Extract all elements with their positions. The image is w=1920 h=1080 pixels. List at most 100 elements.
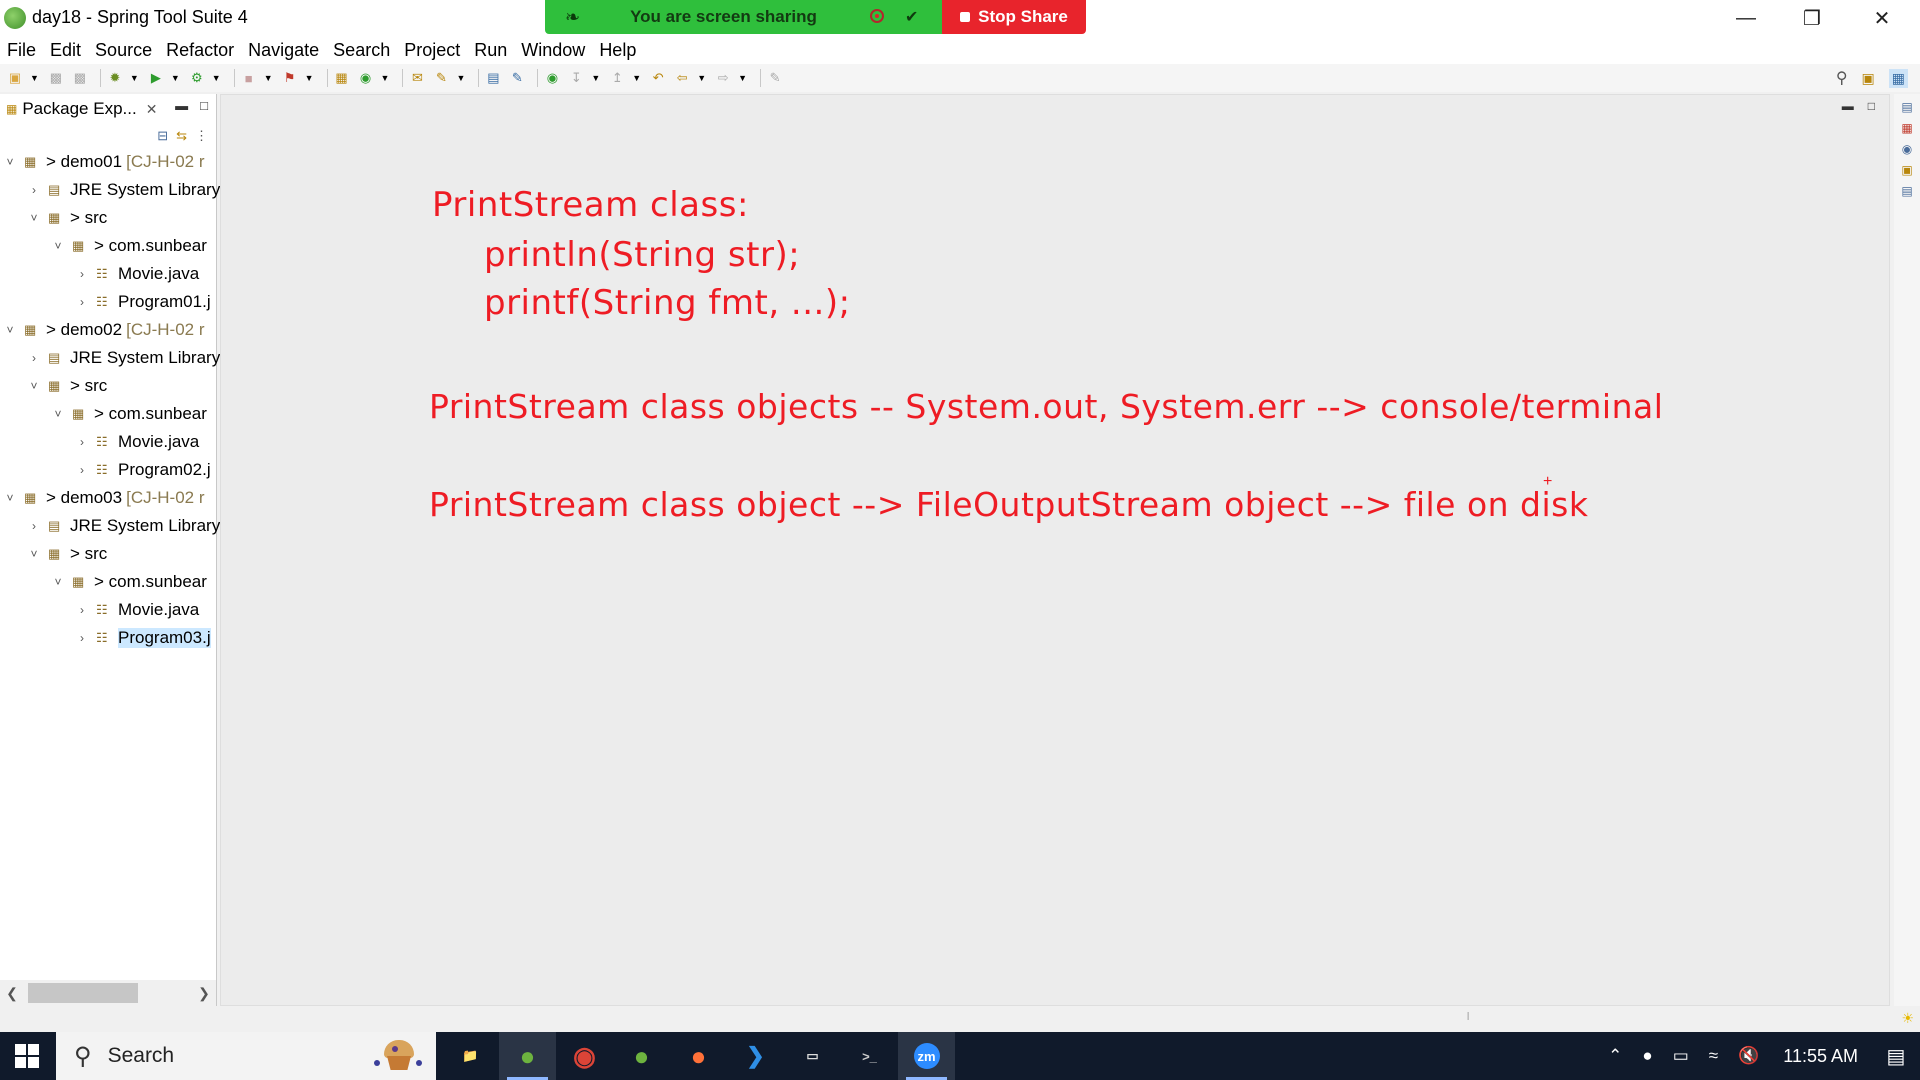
tree-item[interactable]: ˅ ▦ > demo03 [CJ-H-02 r <box>0 484 220 512</box>
collapse-all-icon[interactable]: ⊟ <box>157 128 168 144</box>
next-annotation-icon[interactable]: ↧ <box>567 69 585 87</box>
new-dropdown-icon[interactable]: ▼ <box>30 73 39 83</box>
stop-share-button[interactable]: Stop Share <box>942 0 1086 34</box>
maximize-icon[interactable]: □ <box>200 98 208 113</box>
console-icon[interactable]: ▤ <box>484 69 502 87</box>
menu-help[interactable]: Help <box>592 40 643 61</box>
restore-icon[interactable]: ▤ <box>1901 100 1912 114</box>
battery-icon[interactable]: ▭ <box>1673 1046 1689 1066</box>
run-dropdown-icon[interactable]: ▼ <box>171 73 180 83</box>
chevron-right-icon[interactable]: › <box>28 183 40 197</box>
next-annotation-dropdown-icon[interactable]: ▼ <box>591 73 600 83</box>
new-class-icon[interactable]: ◉ <box>357 69 375 87</box>
external-tools-dropdown-icon[interactable]: ▼ <box>212 73 221 83</box>
minimize-button[interactable]: — <box>1716 2 1776 34</box>
record-icon[interactable] <box>870 9 884 23</box>
chevron-down-icon[interactable]: ˅ <box>28 379 40 393</box>
tree-item[interactable]: ˅ ▦ > src <box>0 372 244 400</box>
link-with-editor-icon[interactable]: ⇆ <box>176 128 187 144</box>
show-hidden-icons-icon[interactable]: ⌃ <box>1608 1046 1622 1066</box>
stop-dropdown-icon[interactable]: ▼ <box>264 73 273 83</box>
tree-item[interactable]: › ▤ JRE System Library <box>0 176 244 204</box>
task-list-icon[interactable]: ◉ <box>1902 142 1912 156</box>
menu-navigate[interactable]: Navigate <box>241 40 326 61</box>
back-icon[interactable]: ⇦ <box>673 69 691 87</box>
debug-icon[interactable]: ✹ <box>106 69 124 87</box>
chevron-down-icon[interactable]: ˅ <box>4 155 16 169</box>
tree-item[interactable]: ˅ ▦ > src <box>0 540 244 568</box>
external-tools-icon[interactable]: ⚙ <box>188 69 206 87</box>
scroll-right-icon[interactable]: ❯ <box>192 985 216 1002</box>
tree-item[interactable]: ˅ ▦ > src <box>0 204 244 232</box>
notifications-icon[interactable]: ▤ <box>1872 1032 1920 1080</box>
tree-item[interactable]: ˅ ▦ > demo01 [CJ-H-02 r <box>0 148 220 176</box>
outline-icon[interactable]: ▦ <box>1901 121 1912 135</box>
tip-bulb-icon[interactable]: ☀ <box>1901 1010 1914 1027</box>
menu-search[interactable]: Search <box>326 40 397 61</box>
taskbar-app[interactable]: 📁 <box>442 1032 499 1080</box>
chevron-down-icon[interactable]: ˅ <box>4 323 16 337</box>
menu-edit[interactable]: Edit <box>43 40 88 61</box>
shield-icon[interactable]: ✔ <box>905 7 918 27</box>
open-type-icon[interactable]: ✉ <box>408 69 426 87</box>
tree-item[interactable]: ˅ ▦ > demo02 [CJ-H-02 r <box>0 316 220 344</box>
back-dropdown-icon[interactable]: ▼ <box>697 73 706 83</box>
spring-boot-icon[interactable]: ◉ <box>543 69 561 87</box>
chevron-down-icon[interactable]: ˅ <box>52 239 64 253</box>
maximize-icon[interactable]: □ <box>1868 99 1875 113</box>
debug-dropdown-icon[interactable]: ▼ <box>130 73 139 83</box>
forward-icon[interactable]: ⇨ <box>714 69 732 87</box>
restore-button[interactable]: ❐ <box>1782 2 1842 34</box>
start-button[interactable] <box>0 1032 54 1080</box>
new-icon[interactable]: ▣ <box>6 69 24 87</box>
new-java-project-icon[interactable]: ▦ <box>333 69 351 87</box>
horizontal-scrollbar[interactable]: ❮ ❯ <box>0 980 216 1006</box>
screen-share-bar[interactable]: ❧ You are screen sharing ✔ <box>545 0 942 34</box>
chevron-right-icon[interactable]: › <box>76 295 88 309</box>
chevron-right-icon[interactable]: › <box>28 351 40 365</box>
clock[interactable]: 11:55 AM <box>1783 1046 1858 1067</box>
close-button[interactable]: ✕ <box>1852 2 1912 34</box>
forward-dropdown-icon[interactable]: ▼ <box>738 73 747 83</box>
editor-area[interactable]: ▬ □ PrintStream class: println(String st… <box>220 94 1890 1006</box>
chevron-down-icon[interactable]: ˅ <box>52 575 64 589</box>
search-tool-icon[interactable]: ✎ <box>432 69 450 87</box>
menu-refactor[interactable]: Refactor <box>159 40 241 61</box>
previous-annotation-icon[interactable]: ↥ <box>608 69 626 87</box>
menu-file[interactable]: File <box>0 40 43 61</box>
minimize-icon[interactable]: ▬ <box>1842 99 1854 113</box>
scroll-left-icon[interactable]: ❮ <box>0 985 24 1002</box>
tree-item[interactable]: › ▤ JRE System Library <box>0 512 244 540</box>
previous-annotation-dropdown-icon[interactable]: ▼ <box>632 73 641 83</box>
taskbar-app[interactable]: ● <box>613 1032 670 1080</box>
menu-source[interactable]: Source <box>88 40 159 61</box>
relaunch-dropdown-icon[interactable]: ▼ <box>305 73 314 83</box>
menu-run[interactable]: Run <box>467 40 514 61</box>
search-dropdown-icon[interactable]: ▼ <box>456 73 465 83</box>
save-icon[interactable]: ▩ <box>47 69 65 87</box>
chevron-down-icon[interactable]: ˅ <box>4 491 16 505</box>
chevron-right-icon[interactable]: › <box>76 435 88 449</box>
taskbar-app[interactable]: zm <box>898 1032 955 1080</box>
chevron-right-icon[interactable]: › <box>76 631 88 645</box>
chevron-right-icon[interactable]: › <box>28 519 40 533</box>
tab-package-explorer[interactable]: ▦ Package Exp... ✕ <box>0 94 166 126</box>
problems-icon[interactable]: ▤ <box>1901 184 1912 198</box>
minimize-icon[interactable]: ▬ <box>175 98 188 113</box>
save-all-icon[interactable]: ▩ <box>71 69 89 87</box>
pin-editor-icon[interactable]: ✎ <box>766 69 784 87</box>
taskbar-search-box[interactable]: ⚲ Search <box>56 1032 436 1080</box>
view-menu-icon[interactable]: ⋮ <box>195 128 208 144</box>
taskbar-app[interactable]: >_ <box>841 1032 898 1080</box>
chevron-down-icon[interactable]: ˅ <box>28 211 40 225</box>
last-edit-icon[interactable]: ↶ <box>649 69 667 87</box>
scrollbar-thumb[interactable] <box>28 983 138 1003</box>
search-icon[interactable]: ⚲ <box>1836 68 1848 88</box>
chevron-down-icon[interactable]: ˅ <box>28 547 40 561</box>
chevron-right-icon[interactable]: › <box>76 603 88 617</box>
new-class-dropdown-icon[interactable]: ▼ <box>381 73 390 83</box>
taskbar-app[interactable]: ▭ <box>784 1032 841 1080</box>
relaunch-icon[interactable]: ⚑ <box>281 69 299 87</box>
microphone-icon[interactable]: ● <box>1642 1046 1652 1066</box>
chevron-down-icon[interactable]: ˅ <box>52 407 64 421</box>
